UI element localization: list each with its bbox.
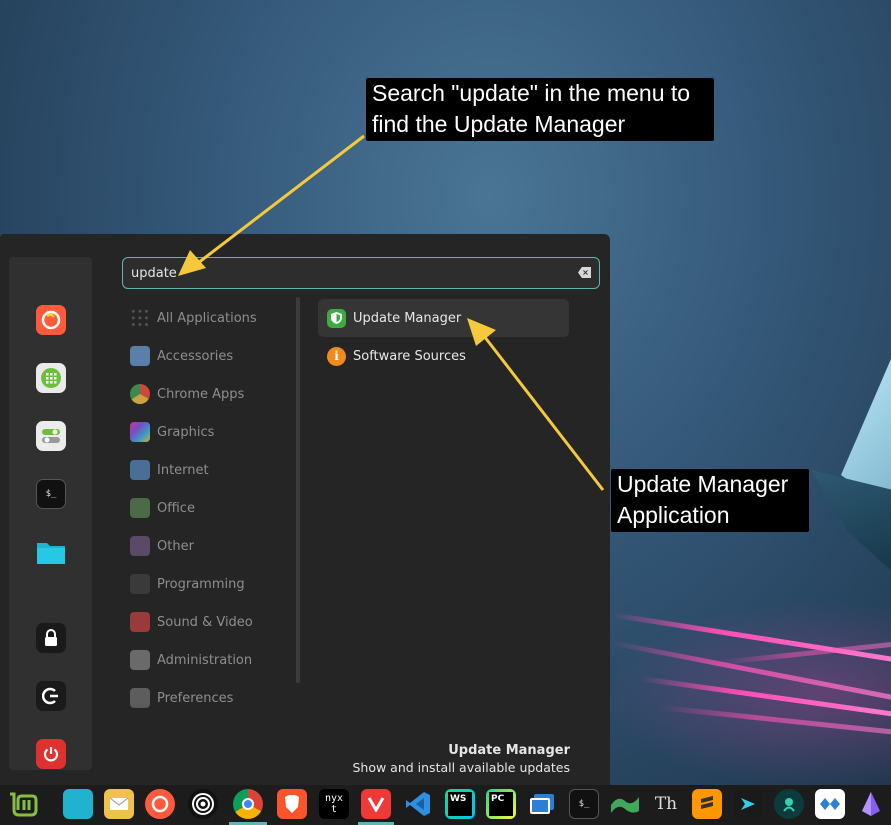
result-label: Software Sources [353, 348, 466, 364]
taskbar: nyxt WS PC $_ Th [0, 785, 891, 825]
category-label: Internet [157, 462, 209, 478]
graphics-icon [130, 422, 150, 442]
category-programming[interactable]: Programming [130, 569, 290, 599]
grid-icon [130, 308, 150, 328]
category-list-fade [122, 704, 297, 740]
xdm-icon[interactable] [815, 789, 845, 819]
office-icon [130, 498, 150, 518]
info-icon: i [327, 346, 346, 366]
category-scrollbar[interactable] [296, 297, 300, 683]
category-administration[interactable]: Administration [130, 645, 290, 675]
play-icon [130, 612, 150, 632]
category-label: Office [157, 500, 195, 516]
shield-icon [327, 308, 346, 328]
display-icon[interactable] [527, 789, 557, 819]
vscode-icon[interactable] [403, 789, 433, 819]
search-input[interactable] [131, 263, 571, 283]
terminal-label: $_ [45, 489, 57, 499]
programming-icon [130, 574, 150, 594]
category-chrome-apps[interactable]: Chrome Apps [130, 379, 290, 409]
category-label: Programming [157, 576, 245, 592]
webstorm-label: WS [448, 792, 472, 816]
gitkraken-icon[interactable] [774, 789, 804, 819]
admin-icon [130, 650, 150, 670]
category-other[interactable]: Other [130, 531, 290, 561]
category-label: Chrome Apps [157, 386, 245, 402]
settings-icon[interactable] [36, 421, 66, 451]
webstorm-icon[interactable]: WS [445, 789, 475, 819]
app-tip-callout: Update Manager Application [611, 469, 809, 532]
category-label: Administration [157, 652, 253, 668]
typora-icon[interactable]: Th [651, 789, 681, 819]
power-icon[interactable] [36, 739, 66, 769]
app-icon-green[interactable] [610, 789, 640, 819]
category-label: Accessories [157, 348, 234, 364]
pycharm-label: PC [489, 792, 513, 816]
category-label: Other [157, 538, 194, 554]
chrome-icon [130, 384, 150, 404]
mail-icon[interactable] [104, 789, 134, 819]
selected-app-title: Update Manager [448, 743, 570, 758]
category-office[interactable]: Office [130, 493, 290, 523]
category-internet[interactable]: Internet [130, 455, 290, 485]
category-all-applications[interactable]: All Applications [130, 303, 290, 333]
files-icon[interactable] [36, 537, 66, 567]
firefox-icon[interactable] [145, 789, 175, 819]
pycharm-icon[interactable]: PC [486, 789, 516, 819]
lock-icon[interactable] [36, 623, 66, 653]
crystal-app-icon[interactable] [856, 789, 886, 819]
category-sound-video[interactable]: Sound & Video [130, 607, 290, 637]
firefox-icon[interactable] [36, 305, 66, 335]
files-icon[interactable] [63, 789, 93, 819]
brave-icon[interactable] [277, 789, 307, 819]
scissors-icon [130, 346, 150, 366]
selected-app-description: Show and install available updates [352, 760, 570, 775]
search-tip-callout: Search "update" in the menu to find the … [366, 78, 714, 141]
result-update-manager[interactable]: Update Manager [318, 299, 569, 337]
vivaldi-icon[interactable] [361, 789, 391, 819]
obs-icon[interactable] [188, 789, 218, 819]
application-menu: $_ × All Applications Accessories Ch [0, 234, 610, 785]
category-label: Graphics [157, 424, 215, 440]
mint-menu-icon[interactable] [6, 788, 42, 822]
chrome-icon[interactable] [233, 789, 263, 819]
terminal-icon[interactable]: $_ [569, 789, 599, 819]
search-box[interactable]: × [122, 257, 600, 289]
result-software-sources[interactable]: i Software Sources [318, 337, 569, 375]
terminal-label: $_ [578, 799, 590, 809]
calculator-icon[interactable] [36, 363, 66, 393]
category-accessories[interactable]: Accessories [130, 341, 290, 371]
category-label: All Applications [157, 310, 257, 326]
nyxt-label: nyxt [324, 793, 344, 815]
category-label: Sound & Video [157, 614, 253, 630]
arrow-app-icon[interactable] [733, 789, 763, 819]
terminal-icon[interactable]: $_ [36, 479, 66, 509]
result-label: Update Manager [353, 310, 462, 326]
search-tip-text: Search "update" in the menu to find the … [372, 80, 691, 137]
app-tip-text: Update Manager Application [617, 471, 789, 528]
other-icon [130, 536, 150, 556]
clear-search-icon[interactable]: × [578, 267, 591, 278]
nyxt-icon[interactable]: nyxt [319, 789, 349, 819]
cloud-icon [130, 460, 150, 480]
favorites-sidebar: $_ [9, 257, 92, 770]
category-graphics[interactable]: Graphics [130, 417, 290, 447]
typora-label: Th [654, 794, 678, 814]
sublime-icon[interactable] [692, 789, 722, 819]
category-list: All Applications Accessories Chrome Apps… [122, 299, 292, 739]
logout-icon[interactable] [36, 681, 66, 711]
